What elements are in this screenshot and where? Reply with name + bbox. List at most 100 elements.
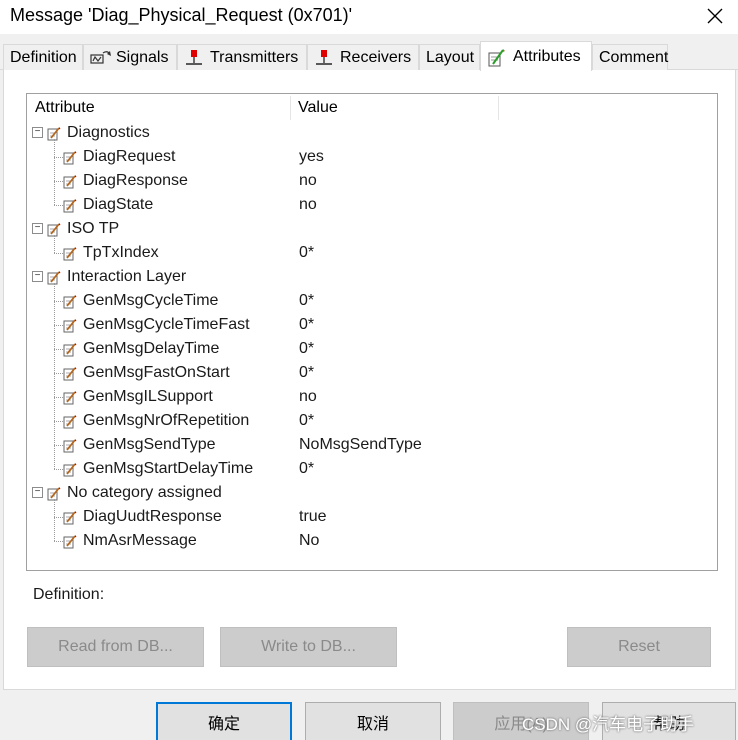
attribute-name: GenMsgNrOfRepetition [83, 412, 250, 429]
attribute-row[interactable]: GenMsgNrOfRepetition 0* [27, 409, 717, 433]
transmitter-icon [184, 49, 204, 67]
attribute-icon [63, 197, 77, 213]
group-name: Interaction Layer [67, 268, 187, 285]
attribute-icon [47, 125, 61, 141]
tab-definition[interactable]: Definition [3, 44, 83, 70]
attribute-row[interactable]: DiagRequest yes [27, 145, 717, 169]
collapse-toggle-icon[interactable]: − [32, 127, 43, 138]
attributes-icon [487, 48, 507, 66]
attribute-value[interactable]: 0* [299, 289, 314, 313]
tab-attributes[interactable]: Attributes [480, 41, 592, 71]
tab-label: Comment [599, 48, 669, 66]
attribute-value[interactable]: 0* [299, 457, 314, 481]
attribute-name: GenMsgILSupport [83, 388, 213, 405]
attribute-value[interactable]: no [299, 385, 317, 409]
tree-connector [54, 205, 63, 206]
tab-transmitters[interactable]: Transmitters [177, 44, 307, 70]
attribute-value[interactable]: 0* [299, 409, 314, 433]
attributes-panel: Attribute Value − Diagnostics DiagRequest y… [3, 70, 736, 690]
attribute-row[interactable]: GenMsgDelayTime 0* [27, 337, 717, 361]
tree-group-row[interactable]: − ISO TP [27, 217, 717, 241]
receiver-icon [314, 49, 334, 67]
tab-label: Attributes [513, 47, 581, 65]
attribute-icon [63, 149, 77, 165]
attribute-value[interactable]: true [299, 505, 327, 529]
tab-receivers[interactable]: Receivers [307, 44, 419, 70]
attribute-value[interactable]: 0* [299, 361, 314, 385]
tree-connector [54, 445, 63, 446]
attribute-value[interactable]: no [299, 193, 317, 217]
attribute-icon [63, 173, 77, 189]
signals-icon [90, 49, 111, 67]
attribute-row[interactable]: GenMsgILSupport no [27, 385, 717, 409]
ok-button[interactable]: 确定 [156, 702, 292, 740]
read-from-db-button[interactable]: Read from DB... [27, 627, 204, 667]
collapse-toggle-icon[interactable]: − [32, 487, 43, 498]
attribute-name: TpTxIndex [83, 244, 159, 261]
group-name: No category assigned [67, 484, 222, 501]
attribute-icon [63, 317, 77, 333]
attribute-row[interactable]: DiagState no [27, 193, 717, 217]
attribute-row[interactable]: DiagResponse no [27, 169, 717, 193]
attribute-row[interactable]: GenMsgSendType NoMsgSendType [27, 433, 717, 457]
attribute-row[interactable]: DiagUudtResponse true [27, 505, 717, 529]
collapse-toggle-icon[interactable]: − [32, 223, 43, 234]
close-icon [707, 8, 723, 24]
attribute-name: GenMsgCycleTimeFast [83, 316, 250, 333]
tab-comment[interactable]: Comment [592, 44, 668, 70]
attribute-row[interactable]: NmAsrMessage No [27, 529, 717, 553]
write-to-db-button[interactable]: Write to DB... [220, 627, 397, 667]
attribute-row[interactable]: GenMsgFastOnStart 0* [27, 361, 717, 385]
tab-signals[interactable]: Signals [83, 44, 177, 70]
collapse-toggle-icon[interactable]: − [32, 271, 43, 282]
attribute-value[interactable]: 0* [299, 241, 314, 265]
tree-group-row[interactable]: − Interaction Layer [27, 265, 717, 289]
attribute-icon [63, 365, 77, 381]
attribute-name: GenMsgFastOnStart [83, 364, 230, 381]
attribute-icon [47, 269, 61, 285]
attribute-value[interactable]: No [299, 529, 319, 553]
attribute-row[interactable]: GenMsgCycleTime 0* [27, 289, 717, 313]
attribute-icon [63, 533, 77, 549]
column-header-value[interactable]: Value [291, 96, 499, 120]
tab-label: Transmitters [210, 48, 299, 66]
tab-label: Definition [10, 48, 77, 66]
attribute-value[interactable]: yes [299, 145, 324, 169]
tree-connector [54, 421, 63, 422]
attribute-icon [63, 293, 77, 309]
attributes-grid: Attribute Value − Diagnostics DiagRequest y… [26, 93, 718, 571]
attribute-value[interactable]: 0* [299, 337, 314, 361]
tree-connector [54, 499, 55, 541]
attribute-row[interactable]: TpTxIndex 0* [27, 241, 717, 265]
attribute-row[interactable]: GenMsgStartDelayTime 0* [27, 457, 717, 481]
tree-group-row[interactable]: − No category assigned [27, 481, 717, 505]
attribute-icon [63, 341, 77, 357]
tree-connector [54, 469, 63, 470]
tab-layout[interactable]: Layout [419, 44, 480, 70]
close-button[interactable] [692, 0, 738, 32]
reset-button[interactable]: Reset [567, 627, 711, 667]
attribute-value[interactable]: no [299, 169, 317, 193]
group-name: Diagnostics [67, 124, 150, 141]
attribute-icon [63, 437, 77, 453]
tab-label: Layout [426, 48, 475, 66]
tree-connector [54, 235, 55, 253]
attribute-value[interactable]: 0* [299, 313, 314, 337]
attribute-icon [63, 245, 77, 261]
attribute-icon [63, 461, 77, 477]
tree-connector [54, 181, 63, 182]
window-title: Message 'Diag_Physical_Request (0x701)' [10, 5, 353, 25]
attribute-name: DiagRequest [83, 148, 176, 165]
column-header-attribute[interactable]: Attribute [27, 96, 291, 120]
attribute-name: GenMsgCycleTime [83, 292, 219, 309]
tab-label: Receivers [340, 48, 412, 66]
group-name: ISO TP [67, 220, 120, 237]
attribute-name: GenMsgStartDelayTime [83, 460, 254, 477]
attribute-row[interactable]: GenMsgCycleTimeFast 0* [27, 313, 717, 337]
tree-group-row[interactable]: − Diagnostics [27, 121, 717, 145]
attribute-value[interactable]: NoMsgSendType [299, 433, 422, 457]
tree-connector [54, 253, 63, 254]
cancel-button[interactable]: 取消 [305, 702, 441, 740]
tree-connector [54, 325, 63, 326]
attribute-name: GenMsgSendType [83, 436, 216, 453]
